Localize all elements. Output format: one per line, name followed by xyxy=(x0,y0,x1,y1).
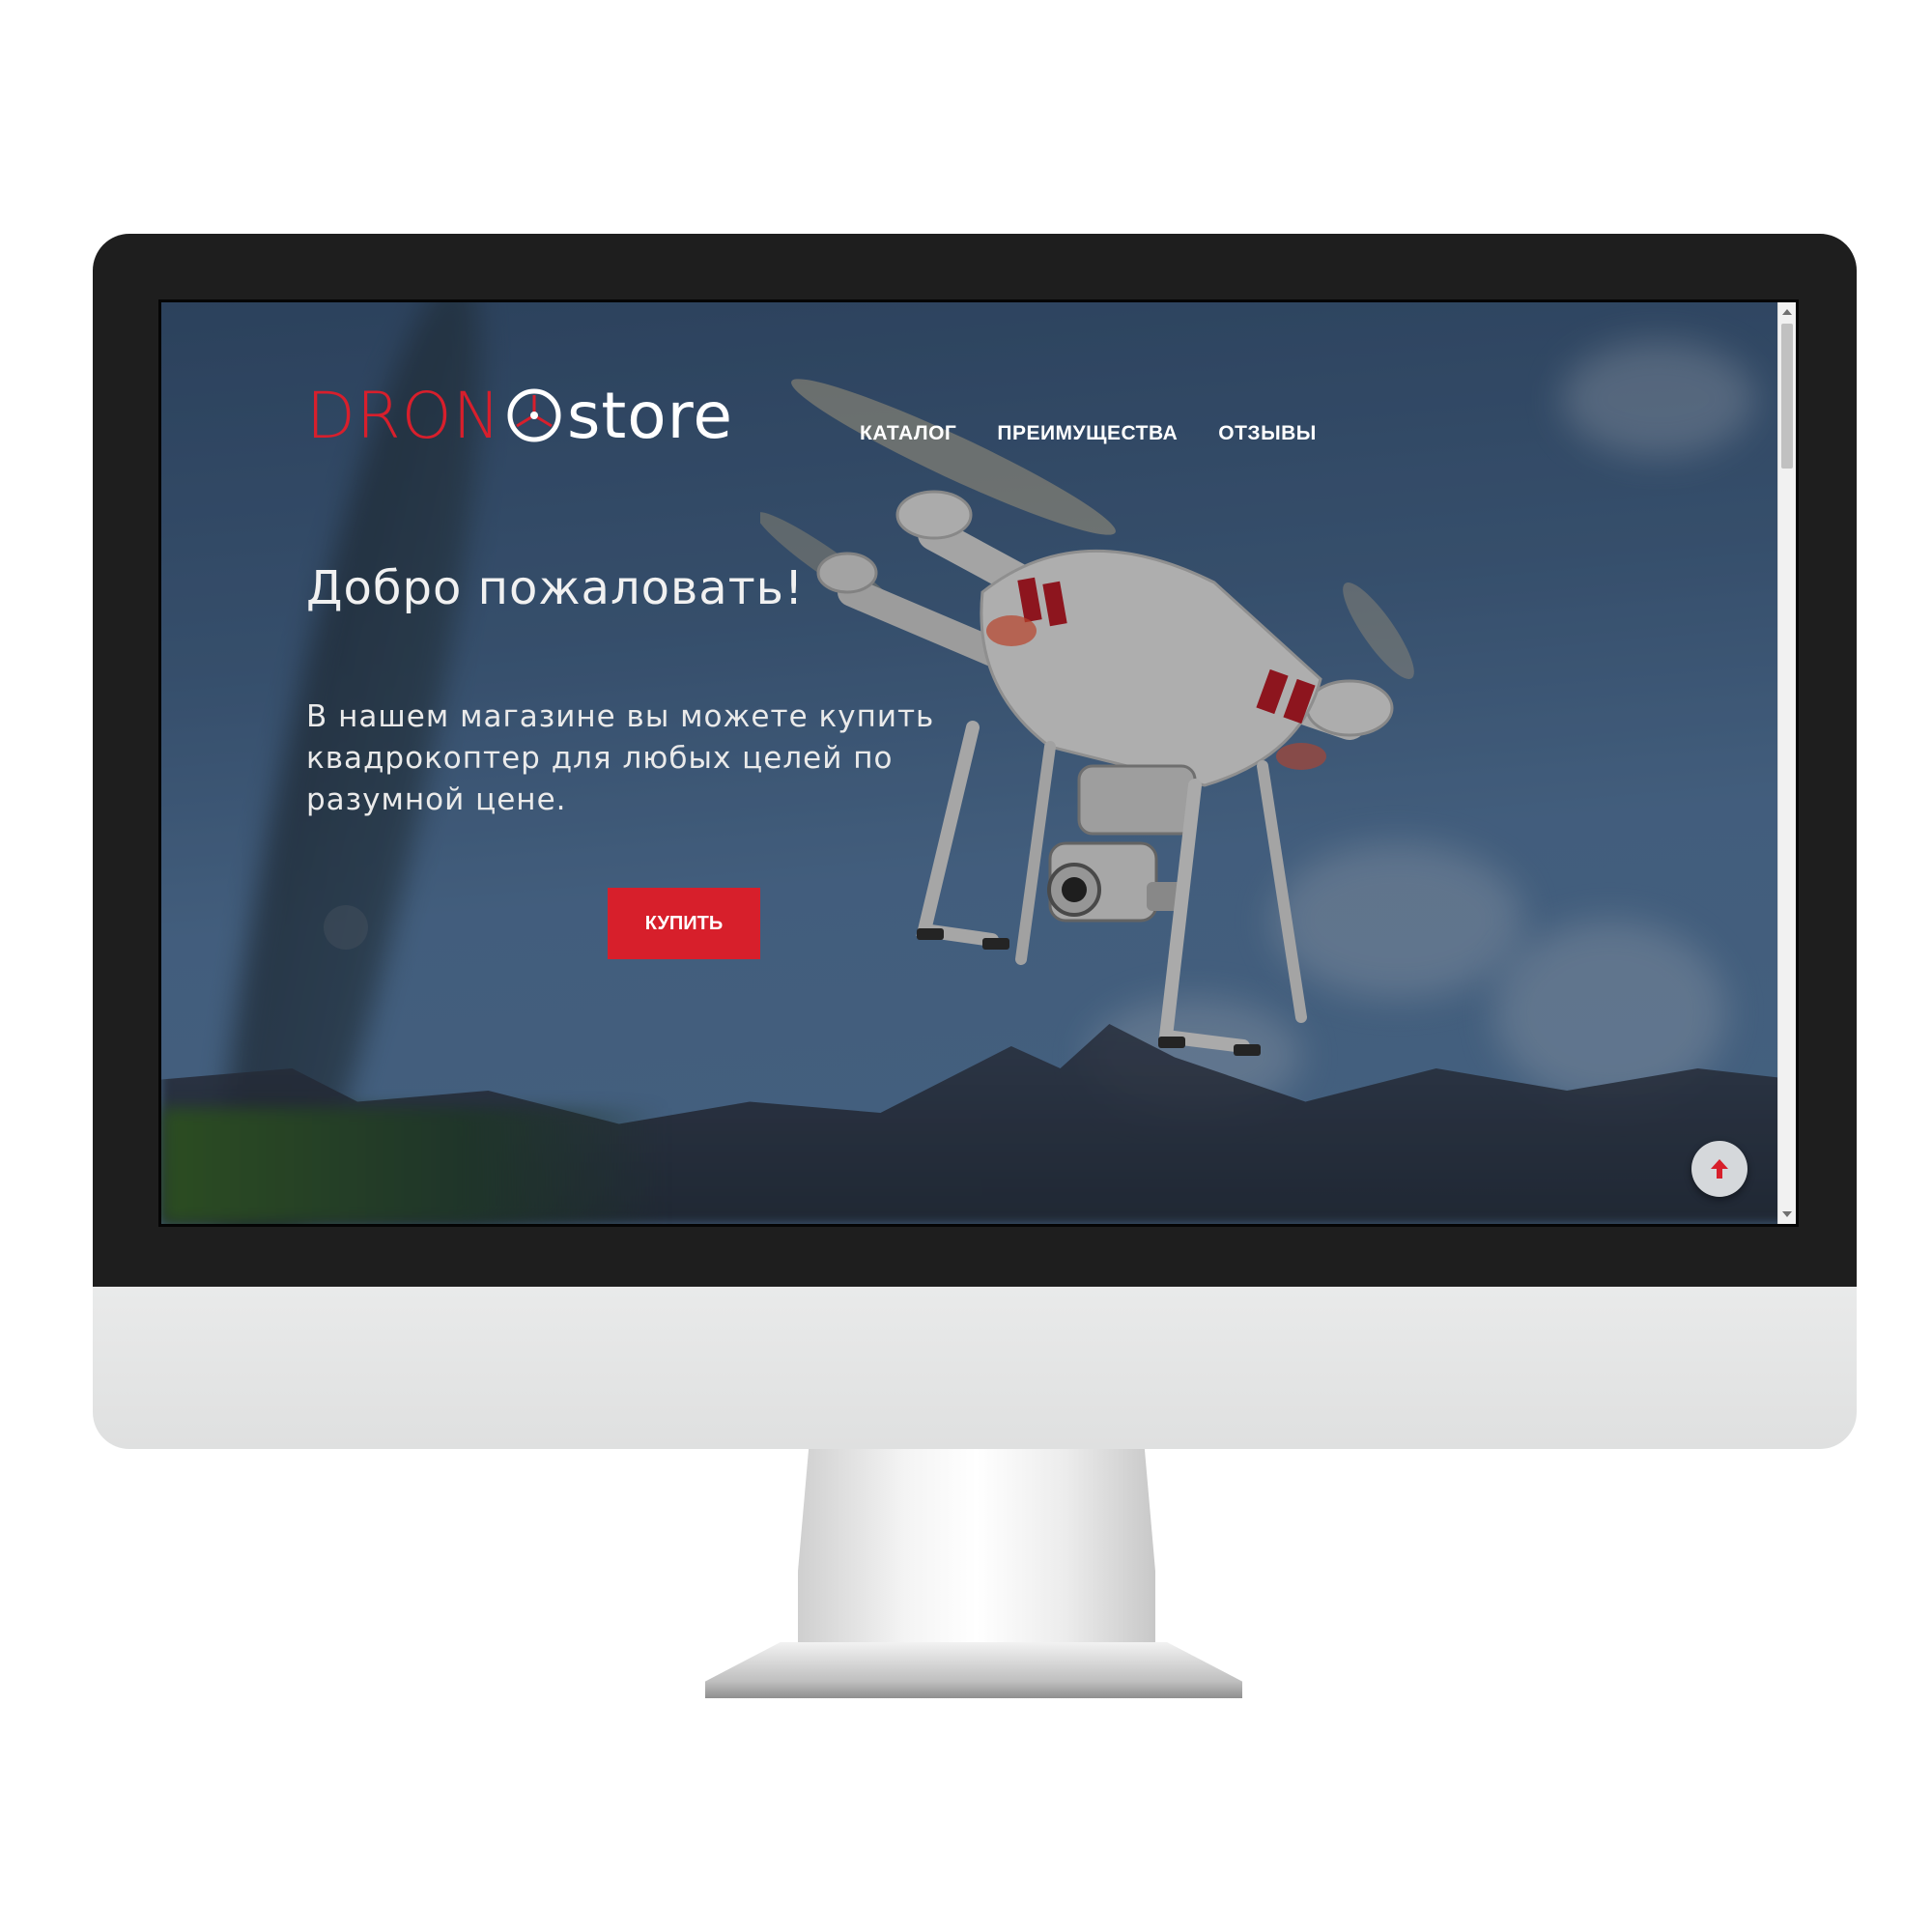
nav-link-advantages[interactable]: ПРЕИМУЩЕСТВА xyxy=(997,422,1178,445)
vertical-scrollbar[interactable] xyxy=(1777,302,1796,1224)
main-nav: КАТАЛОГ ПРЕИМУЩЕСТВА ОТЗЫВЫ xyxy=(860,422,1317,445)
scroll-to-top-button[interactable] xyxy=(1691,1141,1747,1197)
monitor-chin xyxy=(93,1287,1857,1449)
rotor-o-icon xyxy=(507,388,561,442)
decorative-dot xyxy=(324,905,368,950)
hero-title: Добро пожаловать! xyxy=(306,561,805,615)
nav-link-catalog[interactable]: КАТАЛОГ xyxy=(860,422,956,445)
nav-link-reviews[interactable]: ОТЗЫВЫ xyxy=(1218,422,1317,445)
logo-text-store: store xyxy=(567,378,733,453)
logo-text-dron: DRON xyxy=(306,378,501,453)
hero-tagline: В нашем магазине вы можете купить квадро… xyxy=(306,699,935,817)
scroll-thumb[interactable] xyxy=(1781,324,1793,469)
buy-button[interactable]: КУПИТЬ xyxy=(608,888,760,959)
site-logo[interactable]: DRON store xyxy=(306,379,733,453)
scroll-up-arrow-icon[interactable] xyxy=(1782,309,1792,315)
monitor-stand-base xyxy=(705,1642,1242,1698)
arrow-up-icon xyxy=(1711,1159,1728,1179)
browser-viewport: DRON store КАТАЛОГ ПРЕИМУЩЕСТВА ОТЗЫВЫ Д… xyxy=(158,299,1799,1227)
scroll-down-arrow-icon[interactable] xyxy=(1782,1211,1792,1217)
monitor-stand-neck xyxy=(798,1449,1155,1671)
